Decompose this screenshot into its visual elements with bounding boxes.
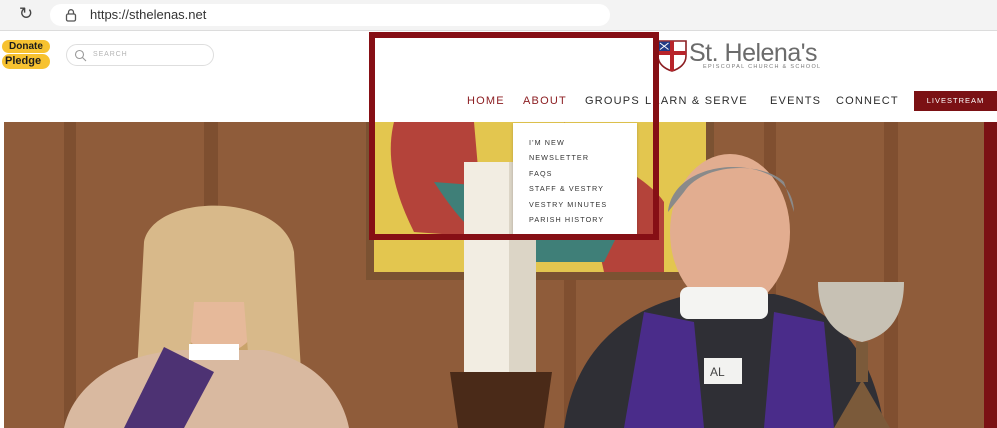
nav-groups[interactable]: GROUPS — [585, 95, 640, 108]
search-input[interactable]: SEARCH — [66, 44, 214, 66]
nav-home[interactable]: HOME — [467, 95, 505, 108]
dropdown-item-faqs[interactable]: FAQS — [529, 169, 553, 178]
about-dropdown-menu: I'M NEW NEWSLETTER FAQS STAFF & VESTRY V… — [513, 123, 637, 236]
hero-photo-illustration: AL — [4, 122, 997, 428]
hero-image: AL — [4, 122, 997, 428]
dropdown-item-vestry-minutes[interactable]: VESTRY MINUTES — [529, 200, 607, 209]
lock-icon — [65, 9, 77, 22]
search-placeholder: SEARCH — [93, 51, 128, 58]
browser-toolbar: ↻ https://sthelenas.net — [0, 0, 997, 31]
nav-connect[interactable]: CONNECT — [836, 95, 899, 108]
dropdown-item-im-new[interactable]: I'M NEW — [529, 138, 565, 147]
nav-about[interactable]: ABOUT — [523, 95, 567, 108]
reload-icon[interactable]: ↻ — [16, 4, 36, 24]
name-tag-text: AL — [710, 365, 725, 379]
address-bar[interactable]: https://sthelenas.net — [50, 4, 610, 26]
site-logo[interactable]: St. Helena's EPISCOPAL CHURCH & SCHOOL — [657, 38, 827, 74]
nav-events[interactable]: EVENTS — [770, 95, 821, 108]
dropdown-item-newsletter[interactable]: NEWSLETTER — [529, 153, 589, 162]
pledge-button[interactable]: Pledge — [2, 54, 51, 69]
url-text: https://sthelenas.net — [90, 7, 207, 22]
episcopal-shield-icon — [657, 40, 687, 72]
nav-learn-serve[interactable]: LEARN & SERVE — [645, 95, 748, 108]
livestream-button[interactable]: LIVESTREAM — [914, 91, 997, 111]
logo-subtitle: EPISCOPAL CHURCH & SCHOOL — [703, 64, 822, 70]
dropdown-item-staff-vestry[interactable]: STAFF & VESTRY — [529, 184, 604, 193]
search-icon — [74, 49, 87, 62]
logo-name: St. Helena's — [689, 39, 818, 67]
dropdown-item-parish-history[interactable]: PARISH HISTORY — [529, 215, 604, 224]
donate-button[interactable]: Donate — [2, 40, 50, 53]
